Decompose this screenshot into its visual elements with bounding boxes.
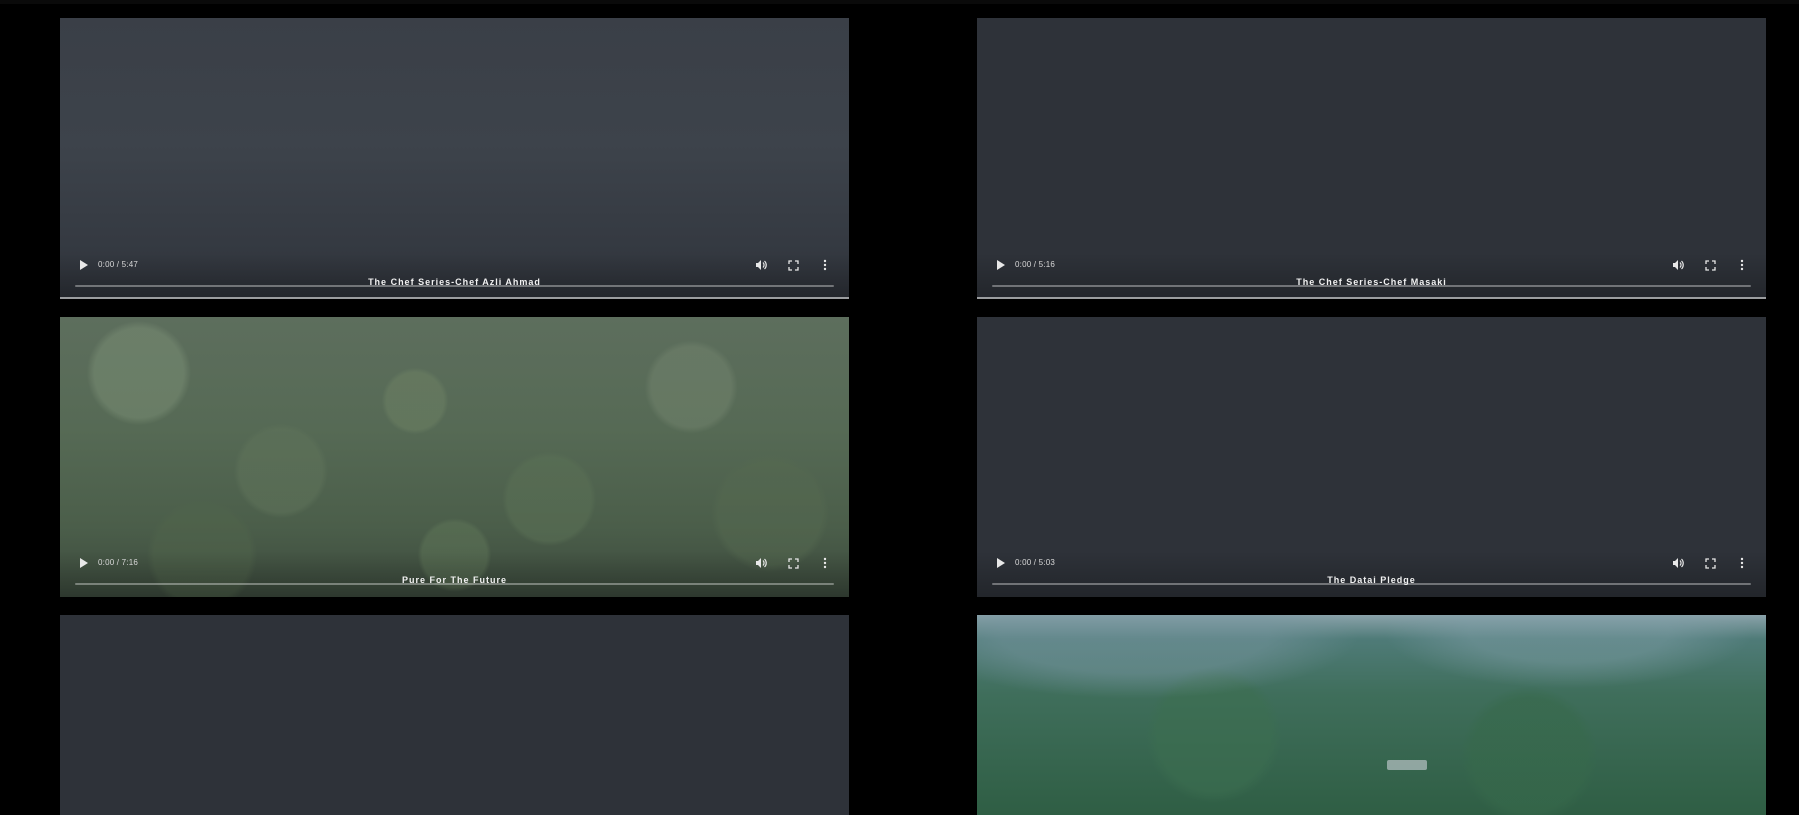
fullscreen-button[interactable] — [783, 553, 803, 573]
play-button[interactable] — [74, 553, 94, 573]
play-button[interactable] — [991, 553, 1011, 573]
time-display: 0:00 / 5:03 — [1015, 558, 1056, 567]
more-options-icon — [1740, 259, 1744, 271]
volume-icon — [756, 558, 767, 568]
fullscreen-icon — [787, 557, 799, 569]
fullscreen-icon — [787, 259, 799, 271]
fullscreen-button[interactable] — [783, 255, 803, 275]
player-controls: 0:00 / 7:16 Pure For The Future — [60, 551, 849, 597]
play-icon — [997, 260, 1005, 270]
video-player[interactable]: 0:00 / 7:16 Pure For The Future — [60, 317, 849, 597]
more-options-button[interactable] — [815, 255, 835, 275]
volume-icon — [756, 260, 767, 270]
resort-building — [1387, 760, 1427, 770]
fullscreen-icon — [1704, 557, 1716, 569]
video-thumbnail — [977, 615, 1766, 815]
more-options-button[interactable] — [1732, 553, 1752, 573]
player-controls: 0:00 / 5:47 The Chef Series-Chef Azli Ah… — [60, 253, 849, 299]
more-options-icon — [1740, 557, 1744, 569]
video-player[interactable] — [977, 615, 1766, 815]
progress-bar[interactable] — [75, 583, 834, 585]
video-player[interactable]: 0:00 / 5:16 The Chef Series-Chef Masaki — [977, 18, 1766, 299]
more-options-icon — [823, 557, 827, 569]
play-icon — [997, 558, 1005, 568]
video-player[interactable]: 0:00 / 5:03 The Datai Pledge — [977, 317, 1766, 597]
video-player[interactable]: 0:00 / 5:47 The Chef Series-Chef Azli Ah… — [60, 18, 849, 299]
video-thumbnail — [60, 615, 849, 815]
play-button[interactable] — [991, 255, 1011, 275]
more-options-button[interactable] — [1732, 255, 1752, 275]
progress-bar[interactable] — [992, 583, 1751, 585]
volume-icon — [1673, 558, 1684, 568]
time-display: 0:00 / 5:16 — [1015, 260, 1056, 269]
player-bottom-edge — [977, 297, 1766, 299]
fullscreen-button[interactable] — [1700, 553, 1720, 573]
volume-button[interactable] — [751, 553, 771, 573]
play-icon — [80, 558, 88, 568]
play-icon — [80, 260, 88, 270]
progress-bar[interactable] — [75, 285, 834, 287]
volume-button[interactable] — [751, 255, 771, 275]
video-player[interactable] — [60, 615, 849, 815]
volume-icon — [1673, 260, 1684, 270]
progress-bar[interactable] — [992, 285, 1751, 287]
more-options-button[interactable] — [815, 553, 835, 573]
time-display: 0:00 / 7:16 — [98, 558, 139, 567]
player-controls: 0:00 / 5:03 The Datai Pledge — [977, 551, 1766, 597]
volume-button[interactable] — [1668, 255, 1688, 275]
player-bottom-edge — [60, 297, 849, 299]
fullscreen-icon — [1704, 259, 1716, 271]
video-grid: 0:00 / 5:47 The Chef Series-Chef Azli Ah… — [60, 18, 1766, 815]
play-button[interactable] — [74, 255, 94, 275]
player-controls: 0:00 / 5:16 The Chef Series-Chef Masaki — [977, 253, 1766, 299]
top-border — [0, 0, 1799, 4]
volume-button[interactable] — [1668, 553, 1688, 573]
more-options-icon — [823, 259, 827, 271]
fullscreen-button[interactable] — [1700, 255, 1720, 275]
time-display: 0:00 / 5:47 — [98, 260, 139, 269]
